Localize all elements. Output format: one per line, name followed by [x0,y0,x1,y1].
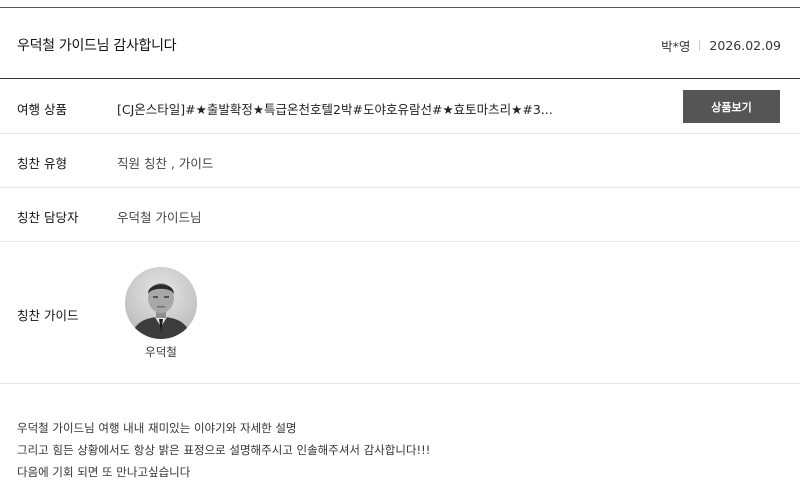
guide-name: 우덕철 [145,345,177,359]
meta-divider [699,40,701,51]
view-product-button[interactable]: 상품보기 [683,90,780,123]
review-author: 박*영 [661,39,691,54]
review-header: 우덕철 가이드님 감사합니다 박*영 2026.02.09 [0,8,800,79]
row-product: 여행 상품 [CJ온스타일]#★출발확정★특급온천호텔2박#도야호유람선#★효토… [0,80,800,134]
praise-type-value: 직원 칭찬 , 가이드 [117,156,214,171]
review-body: 우덕철 가이드님 여행 내내 재미있는 이야기와 자세한 설명 그리고 힘든 상… [17,417,430,483]
guide-photo-icon [125,267,197,339]
praise-guide-label: 칭찬 가이드 [17,308,79,323]
guide-card[interactable]: 우덕철 [124,267,198,360]
review-date: 2026.02.09 [709,38,781,53]
review-body-line: 그리고 힘든 상황에서도 항상 밝은 표정으로 설명해주시고 인솔해주셔서 감사… [17,443,431,457]
guide-avatar [125,267,197,339]
review-meta: 박*영 2026.02.09 [661,36,781,55]
review-title: 우덕철 가이드님 감사합니다 [17,38,177,54]
review-body-line: 우덕철 가이드님 여행 내내 재미있는 이야기와 자세한 설명 [17,421,297,435]
review-body-line: 다음에 기회 되면 또 만나고싶습니다 [17,465,191,479]
praise-target-value: 우덕철 가이드님 [117,210,202,225]
praise-type-label: 칭찬 유형 [17,156,67,171]
praise-target-label: 칭찬 담당자 [17,210,79,225]
row-praise-target: 칭찬 담당자 우덕철 가이드님 [0,188,800,242]
row-praise-type: 칭찬 유형 직원 칭찬 , 가이드 [0,134,800,188]
product-link[interactable]: [CJ온스타일]#★출발확정★특급온천호텔2박#도야호유람선#★효토마츠리★#3… [117,99,553,118]
row-praise-guide: 칭찬 가이드 우덕철 [0,242,800,384]
product-label: 여행 상품 [17,102,67,117]
